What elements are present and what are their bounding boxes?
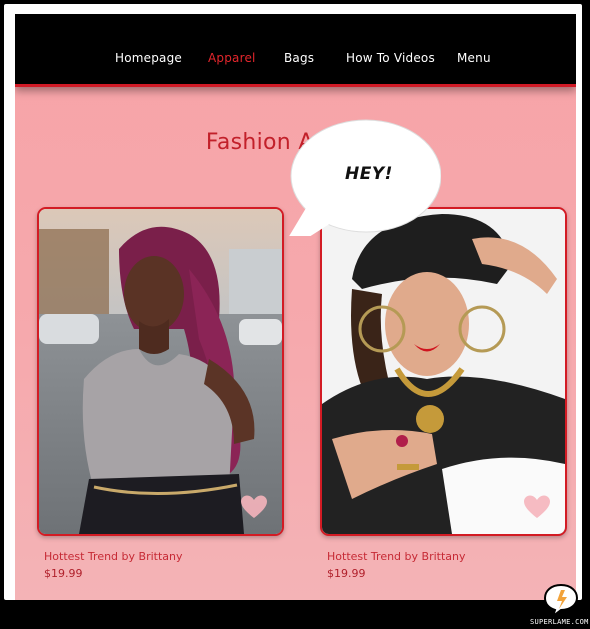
product-photo-2 <box>322 209 565 534</box>
product-card-1[interactable] <box>37 207 284 536</box>
product-photo-1 <box>39 209 282 534</box>
nav-item-apparel[interactable]: Apparel <box>208 51 256 65</box>
top-navigation: Homepage Apparel Bags How To Videos Menu <box>15 14 576 87</box>
heart-icon[interactable] <box>240 494 268 520</box>
product-title-2[interactable]: Hottest Trend by Brittany <box>327 550 466 563</box>
nav-item-how-to-videos[interactable]: How To Videos <box>346 51 435 65</box>
product-card-2[interactable] <box>320 207 567 536</box>
product-title-1[interactable]: Hottest Trend by Brittany <box>44 550 183 563</box>
page: Homepage Apparel Bags How To Videos Menu… <box>15 14 576 600</box>
nav-item-menu[interactable]: Menu <box>457 51 491 65</box>
watermark: SUPERLAME.COM <box>530 618 589 626</box>
nav-item-homepage[interactable]: Homepage <box>115 51 182 65</box>
speech-bubble-text: HEY! <box>345 164 393 184</box>
superlame-logo-icon <box>543 583 579 617</box>
nav-item-bags[interactable]: Bags <box>284 51 314 65</box>
heart-icon[interactable] <box>523 494 551 520</box>
product-price-2: $19.99 <box>327 567 366 580</box>
product-price-1: $19.99 <box>44 567 83 580</box>
